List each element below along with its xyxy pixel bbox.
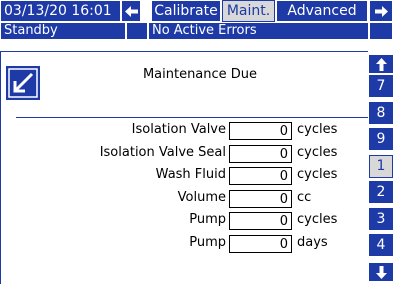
row-value-field[interactable]: 0 (229, 144, 292, 163)
row-unit: cc (297, 189, 312, 205)
page-title: Maintenance Due (142, 67, 258, 82)
tab-maint[interactable]: Maint. (222, 0, 275, 22)
row-unit: days (297, 234, 328, 250)
row-unit: cycles (297, 212, 338, 227)
right-arrow-icon (374, 5, 388, 17)
side-page-9[interactable]: 9 (369, 128, 393, 151)
row-unit: cycles (297, 144, 338, 160)
tab-advanced[interactable]: Advanced (276, 0, 368, 22)
side-page-7[interactable]: 7 (369, 75, 393, 98)
row-value-field[interactable]: 0 (229, 122, 292, 140)
page-down-button[interactable] (369, 263, 393, 282)
row-value-field[interactable]: 0 (229, 212, 292, 230)
row-label: Isolation Valve (131, 122, 226, 137)
side-page-2[interactable]: 2 (369, 181, 393, 204)
side-page-8[interactable]: 8 (369, 101, 393, 125)
maintenance-icon[interactable] (6, 66, 40, 100)
side-page-4[interactable]: 4 (369, 234, 393, 257)
row-label: Wash Fluid (155, 167, 226, 182)
row-value-field[interactable]: 0 (229, 189, 292, 208)
up-arrow-icon (375, 57, 387, 71)
side-page-1[interactable]: 1 (369, 154, 393, 178)
row-unit: cycles (297, 167, 338, 182)
side-page-3[interactable]: 3 (369, 207, 393, 231)
row-label: Pump (189, 212, 226, 227)
row-label: Volume (177, 189, 226, 205)
title-divider (16, 117, 368, 118)
row-label: Isolation Valve Seal (99, 144, 226, 160)
datetime-display: 03/13/20 16:01 (0, 0, 121, 22)
row-unit: cycles (297, 122, 338, 137)
status-right-spacer (369, 22, 393, 40)
mode-status: Standby (0, 22, 126, 40)
wrench-edit-icon (8, 68, 38, 98)
next-screen-button[interactable] (369, 0, 393, 22)
page-up-button[interactable] (369, 55, 393, 74)
error-status: No Active Errors (148, 22, 369, 40)
status-spacer (126, 22, 148, 40)
prev-screen-button[interactable] (121, 0, 141, 22)
left-arrow-icon (124, 5, 138, 17)
down-arrow-icon (375, 265, 387, 279)
row-value-field[interactable]: 0 (229, 167, 292, 185)
tab-calibrate[interactable]: Calibrate (151, 0, 221, 22)
row-value-field[interactable]: 0 (229, 234, 292, 253)
row-label: Pump (189, 234, 226, 250)
